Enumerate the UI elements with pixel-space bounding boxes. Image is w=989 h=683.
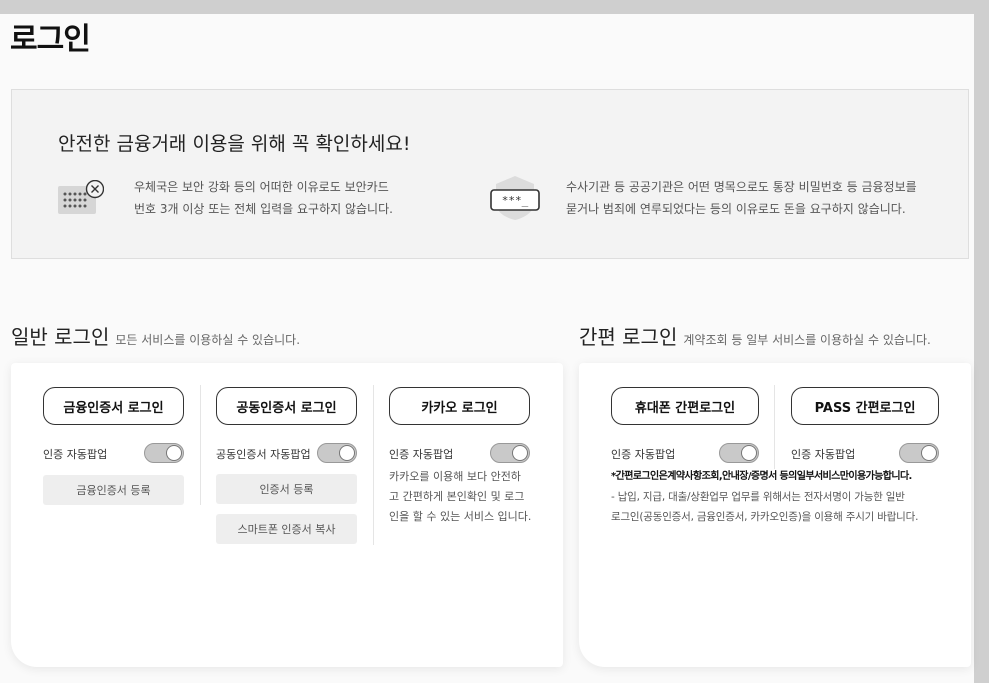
page-title: 로그인 [10,22,91,57]
shield-password-text: ***_ [502,194,529,207]
simple-login-note-line1: - 납입, 지급, 대출/상환업무 업무를 위해서는 전자서명이 가능한 일반 [611,491,905,503]
simple-login-notice: *간편로그인은계약사항조회,안내장/증명서 등의일부서비스만이용가능합니다. -… [611,467,951,527]
smartphone-cert-copy-button[interactable]: 스마트폰 인증서 복사 [216,514,357,544]
joint-cert-login-button[interactable]: 공동인증서 로그인 [216,387,357,425]
financial-cert-login-button[interactable]: 금융인증서 로그인 [43,387,184,425]
notice-right-line1: 수사기관 등 공공기관은 어떤 명목으로도 통장 비밀번호 등 금융정보를 [566,180,917,194]
col1-toggle-label: 인증 자동팝업 [43,448,108,461]
simple-login-note-line2: 로그인(공동인증서, 금융인증서, 카카오인증)을 이용해 주시기 바랍니다. [611,511,919,523]
divider [774,385,775,469]
general-login-title: 일반 로그인 [11,325,110,349]
general-login-subtitle: 모든 서비스를 이용하실 수 있습니다. [115,333,301,347]
general-login-heading: 일반 로그인 모든 서비스를 이용하실 수 있습니다. [11,321,300,350]
kakao-autopopup-toggle[interactable] [490,443,530,463]
notice-right-line2: 묻거나 범죄에 연루되었다는 등의 이유로도 돈을 요구하지 않습니다. [566,202,906,216]
divider [373,385,374,545]
kakao-desc-line3: 인을 할 수 있는 서비스 입니다. [389,510,532,523]
financial-cert-autopopup-toggle[interactable] [144,443,184,463]
security-notice: 안전한 금융거래 이용을 위해 꼭 확인하세요! 우체국은 보안 강화 등의 어… [11,89,969,259]
cert-register-button[interactable]: 인증서 등록 [216,474,357,504]
simple-login-subtitle: 계약조회 등 일부 서비스를 이용하실 수 있습니다. [683,333,931,347]
toggle-knob [339,445,355,461]
kakao-description: 카카오를 이용해 보다 안전하 고 간편하게 본인확인 및 로그 인을 할 수 … [389,467,531,527]
simple-col1-toggle-label: 인증 자동팝업 [611,448,676,461]
col2-toggle-label: 공동인증서 자동팝업 [216,448,311,461]
simple-col2-toggle-label: 인증 자동팝업 [791,448,856,461]
mobile-simple-login-button[interactable]: 휴대폰 간편로그인 [611,387,759,425]
pass-autopopup-toggle[interactable] [899,443,939,463]
divider [200,385,201,505]
general-login-panel: 금융인증서 로그인 인증 자동팝업 금융인증서 등록 공동인증서 로그인 공동인… [11,363,563,667]
pass-simple-login-button[interactable]: PASS 간편로그인 [791,387,939,425]
notice-title: 안전한 금융거래 이용을 위해 꼭 확인하세요! [58,133,411,155]
toggle-knob [921,445,937,461]
password-shield-icon: ***_ [490,176,540,220]
kakao-desc-line2: 고 간편하게 본인확인 및 로그 [389,490,525,503]
mobile-autopopup-toggle[interactable] [719,443,759,463]
simple-login-title: 간편 로그인 [579,325,678,349]
security-card-icon [58,180,104,214]
kakao-desc-line1: 카카오를 이용해 보다 안전하 [389,470,521,483]
toggle-knob [166,445,182,461]
simple-login-note-bold: *간편로그인은계약사항조회,안내장/증명서 등의일부서비스만이용가능합니다. [611,471,912,482]
kakao-login-button[interactable]: 카카오 로그인 [389,387,530,425]
notice-left-text: 우체국은 보안 강화 등의 어떠한 이유로도 보안카드 번호 3개 이상 또는 … [134,176,393,220]
notice-right-text: 수사기관 등 공공기관은 어떤 명목으로도 통장 비밀번호 등 금융정보를 묻거… [566,176,917,220]
joint-cert-autopopup-toggle[interactable] [317,443,357,463]
toggle-knob [512,445,528,461]
col3-toggle-label: 인증 자동팝업 [389,448,454,461]
simple-login-panel: 휴대폰 간편로그인 인증 자동팝업 PASS 간편로그인 인증 자동팝업 *간편… [579,363,971,667]
notice-left-line1: 우체국은 보안 강화 등의 어떠한 이유로도 보안카드 [134,180,389,194]
notice-left-line2: 번호 3개 이상 또는 전체 입력을 요구하지 않습니다. [134,202,393,216]
login-page: 로그인 안전한 금융거래 이용을 위해 꼭 확인하세요! 우체국은 보안 강화 … [0,14,974,683]
simple-login-heading: 간편 로그인 계약조회 등 일부 서비스를 이용하실 수 있습니다. [579,321,931,350]
financial-cert-register-button[interactable]: 금융인증서 등록 [43,475,184,505]
toggle-knob [741,445,757,461]
